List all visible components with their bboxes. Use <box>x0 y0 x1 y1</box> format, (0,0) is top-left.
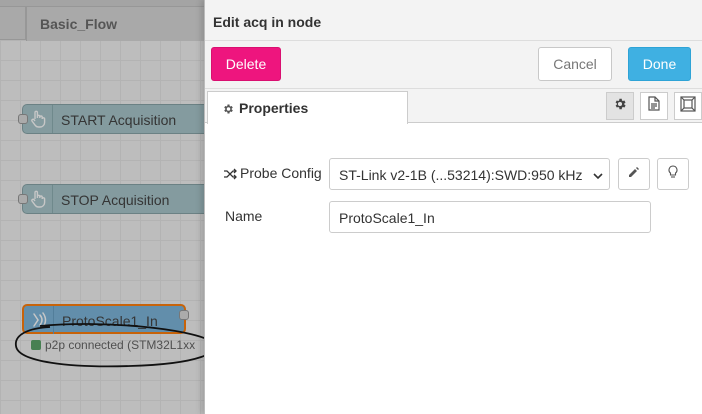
edit-probe-config-button[interactable] <box>618 158 650 190</box>
document-icon <box>648 96 660 116</box>
tab-properties-label: Properties <box>239 100 309 116</box>
hand-pointer-icon <box>23 185 53 213</box>
probe-config-value: ST-Link v2-1B (...53214):SWD:950 kHz <box>339 167 583 183</box>
tab-settings[interactable] <box>606 92 634 120</box>
tray-header: Edit acq in node <box>205 0 702 41</box>
delete-button[interactable]: Delete <box>211 47 281 81</box>
tab-description[interactable] <box>640 92 668 120</box>
tab-properties[interactable]: Properties <box>207 91 408 124</box>
flow-workspace: Basic_Flow START Acquisition STOP Acquis… <box>0 0 204 414</box>
node-label: START Acquisition <box>61 112 177 128</box>
node-output-port[interactable] <box>179 310 189 320</box>
hand-pointer-icon <box>23 105 53 133</box>
workspace-tab-basic-flow[interactable]: Basic_Flow <box>26 6 204 41</box>
name-input-value: ProtoScale1_In <box>339 210 435 226</box>
tray-toolbar: Delete Cancel Done <box>205 41 702 89</box>
pencil-icon <box>628 165 640 183</box>
probe-config-text: Probe Config <box>240 165 322 181</box>
probe-config-select[interactable]: ST-Link v2-1B (...53214):SWD:950 kHz <box>329 158 610 190</box>
workspace-tab-bar: Basic_Flow <box>0 0 204 41</box>
node-protoscale1-in[interactable]: ProtoScale1_In <box>22 304 189 334</box>
tab-appearance[interactable] <box>674 92 702 120</box>
gear-icon <box>222 102 234 118</box>
lightbulb-icon <box>668 164 678 184</box>
probe-info-button[interactable] <box>657 158 689 190</box>
workspace-tab-previous[interactable] <box>0 6 26 40</box>
node-label: STOP Acquisition <box>61 192 170 208</box>
edit-tray: Edit acq in node Delete Cancel Done Prop… <box>204 0 702 414</box>
done-button[interactable]: Done <box>628 47 691 81</box>
status-dot <box>31 340 41 350</box>
wireless-signal-icon <box>24 306 54 334</box>
tray-tabs: Properties <box>205 89 702 124</box>
tray-title: Edit acq in node <box>213 14 322 30</box>
name-label: Name <box>225 208 263 224</box>
chevron-down-icon <box>593 168 603 184</box>
status-text: p2p connected (STM32L1xx <box>45 338 196 352</box>
gear-icon <box>613 97 627 116</box>
shuffle-icon <box>223 167 237 183</box>
node-start-acquisition[interactable]: START Acquisition <box>18 104 204 134</box>
node-label: ProtoScale1_In <box>62 313 158 329</box>
name-input[interactable]: ProtoScale1_In <box>329 201 651 233</box>
cancel-button[interactable]: Cancel <box>538 47 612 81</box>
node-status: p2p connected (STM32L1xx <box>31 338 195 352</box>
probe-config-label: Probe Config <box>223 165 322 183</box>
node-stop-acquisition[interactable]: STOP Acquisition <box>18 184 204 214</box>
frame-icon <box>680 95 696 117</box>
